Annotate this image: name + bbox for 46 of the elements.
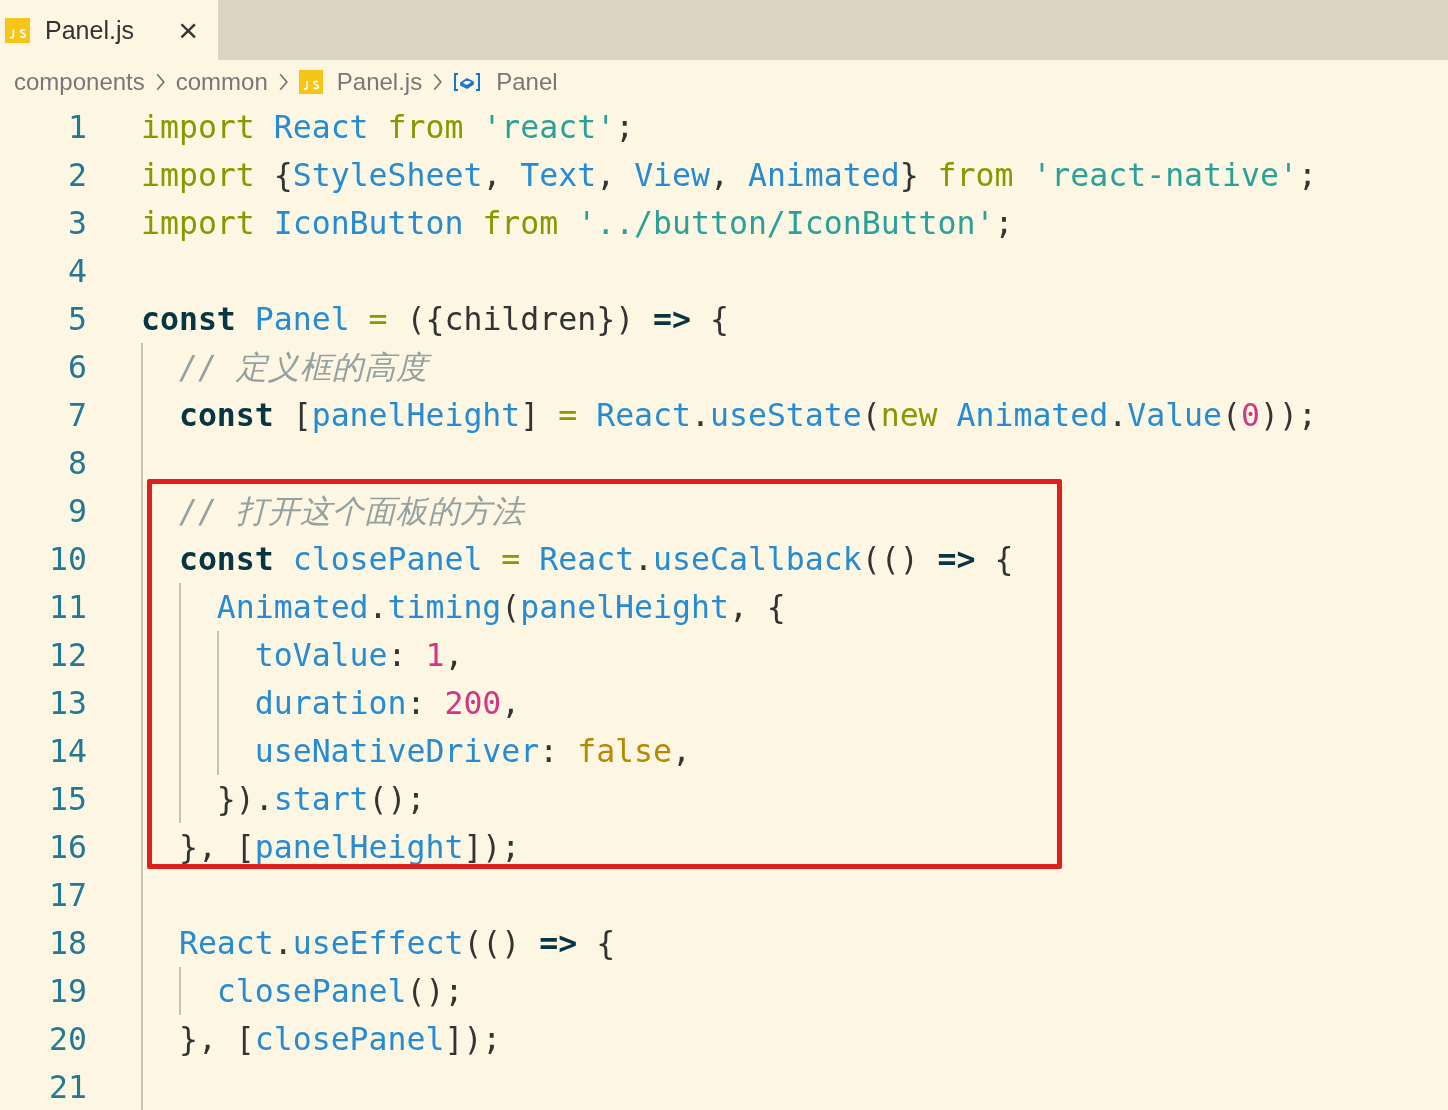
line-number: 14 (48, 733, 88, 769)
code-line: import IconButton from '../button/IconButton'; (141, 204, 1014, 243)
breadcrumb-item[interactable]: common (175, 67, 268, 96)
code-line: useNativeDriver: false, (254, 732, 691, 771)
line-number: 15 (48, 781, 88, 817)
breadcrumb-item[interactable]: Panel (453, 67, 558, 96)
line-number: 20 (48, 1021, 88, 1057)
code-line: }, [closePanel]); (178, 1020, 502, 1059)
line-number: 16 (48, 829, 88, 865)
line-number: 17 (48, 877, 88, 913)
code-line: toValue: 1, (254, 636, 464, 675)
close-button[interactable]: × (178, 13, 198, 47)
editor-tab[interactable]: Panel.js × (0, 0, 218, 60)
line-number: 6 (67, 349, 88, 385)
code-line: Animated.timing(panelHeight, { (216, 588, 786, 627)
code-line: }, [panelHeight]); (178, 828, 521, 867)
javascript-file-icon (5, 17, 30, 43)
code-line: const Panel = ({children}) => { (141, 300, 729, 339)
code-line: }).start(); (216, 780, 426, 819)
line-number: 13 (48, 685, 88, 721)
code-line: import React from 'react'; (141, 108, 635, 147)
code-line: const closePanel = React.useCallback(() => { (178, 540, 1014, 579)
line-number: 5 (67, 301, 88, 337)
code-line: React.useEffect(() => { (178, 924, 616, 963)
code-line: import {StyleSheet, Text, View, Animated} from 'react-native'; (141, 156, 1317, 195)
code-line: duration: 200, (254, 684, 521, 723)
line-number: 3 (67, 205, 88, 241)
line-number: 19 (48, 973, 88, 1009)
line-number: 1 (67, 109, 88, 145)
breadcrumb-item[interactable]: Panel.js (298, 67, 423, 96)
line-number: 4 (67, 253, 88, 289)
line-number: 11 (48, 589, 88, 625)
code-line: const [panelHeight] = React.useState(new Animated.Value(0)); (178, 396, 1317, 435)
line-number: 18 (48, 925, 88, 961)
breadcrumb-item[interactable]: components (14, 67, 145, 96)
line-number: 12 (48, 637, 88, 673)
javascript-file-icon (298, 69, 323, 94)
line-number: 7 (67, 397, 88, 433)
line-number: 8 (67, 445, 88, 481)
code-line: // 打开这个面板的方法 (178, 492, 524, 531)
line-number: 21 (48, 1069, 88, 1105)
line-number: 9 (67, 493, 88, 529)
line-number: 10 (48, 541, 88, 577)
line-number: 2 (67, 157, 88, 193)
symbol-icon (453, 71, 482, 92)
code-line: closePanel(); (216, 972, 464, 1011)
